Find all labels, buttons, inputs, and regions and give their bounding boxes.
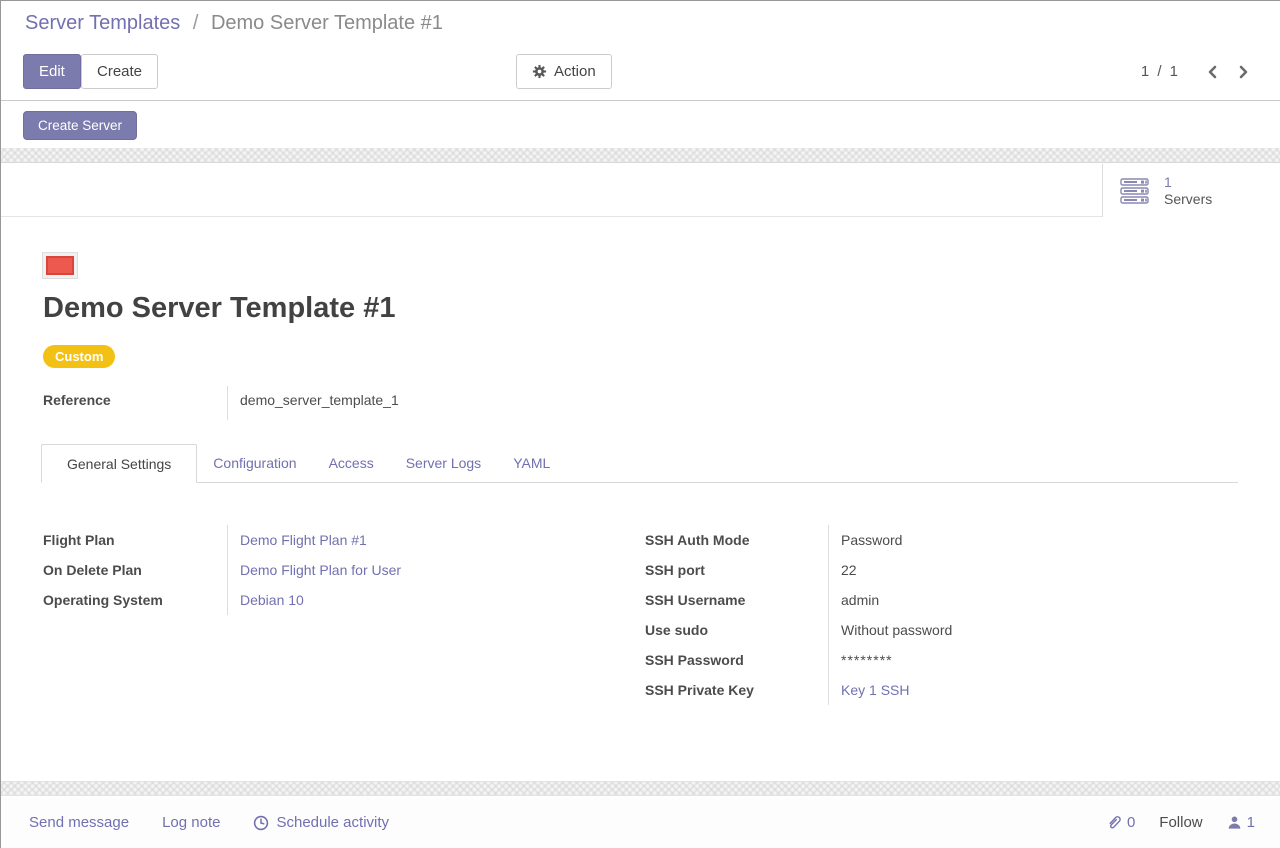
ssh-username-value: admin xyxy=(828,585,1241,615)
operating-system-link[interactable]: Debian 10 xyxy=(240,592,304,608)
pager-next-button[interactable] xyxy=(1228,60,1258,84)
ssh-port-value: 22 xyxy=(828,555,1241,585)
field-ssh-auth-mode: SSH Auth Mode Password xyxy=(645,525,1241,555)
reference-label: Reference xyxy=(43,386,227,420)
field-on-delete-plan: On Delete Plan Demo Flight Plan for User xyxy=(43,555,603,585)
field-group-right: SSH Auth Mode Password SSH port 22 SSH U… xyxy=(645,525,1241,705)
server-stack-icon xyxy=(1120,178,1151,204)
field-flight-plan: Flight Plan Demo Flight Plan #1 xyxy=(43,525,603,555)
action-button[interactable]: Action xyxy=(516,54,612,89)
breadcrumb: Server Templates / Demo Server Template … xyxy=(25,12,443,35)
notebook-tabs: General Settings Configuration Access Se… xyxy=(41,444,1238,483)
action-button-label: Action xyxy=(554,63,596,80)
server-template-form-page: Server Templates / Demo Server Template … xyxy=(0,0,1280,848)
tab-server-logs[interactable]: Server Logs xyxy=(390,444,497,482)
chevron-right-icon xyxy=(1236,64,1250,80)
control-panel: Server Templates / Demo Server Template … xyxy=(1,1,1280,101)
field-label: Flight Plan xyxy=(43,525,227,555)
field-label: SSH Auth Mode xyxy=(645,525,828,555)
field-group-left: Flight Plan Demo Flight Plan #1 On Delet… xyxy=(43,525,603,615)
field-ssh-username: SSH Username admin xyxy=(645,585,1241,615)
ssh-auth-mode-value: Password xyxy=(828,525,1241,555)
log-note-button[interactable]: Log note xyxy=(162,814,220,831)
followers-button[interactable]: 1 xyxy=(1227,814,1255,831)
person-icon xyxy=(1227,815,1242,830)
follow-button[interactable]: Follow xyxy=(1159,814,1202,831)
breadcrumb-parent-link[interactable]: Server Templates xyxy=(25,12,180,34)
schedule-activity-label: Schedule activity xyxy=(276,814,389,831)
tab-access[interactable]: Access xyxy=(313,444,390,482)
ssh-password-value: ******** xyxy=(828,645,1241,675)
chatter-meta: 0 Follow 1 xyxy=(1107,814,1255,831)
background-band-top xyxy=(1,148,1280,163)
chatter-bar: Send message Log note Schedule activity xyxy=(1,797,1280,848)
tab-yaml[interactable]: YAML xyxy=(497,444,566,482)
pager: 1 / 1 xyxy=(1141,54,1258,89)
pager-previous-button[interactable] xyxy=(1198,60,1228,84)
chevron-left-icon xyxy=(1206,64,1220,80)
gear-icon xyxy=(532,64,547,79)
ssh-private-key-link[interactable]: Key 1 SSH xyxy=(841,682,909,698)
attachments-count: 0 xyxy=(1127,814,1135,831)
create-server-button[interactable]: Create Server xyxy=(23,111,137,140)
schedule-activity-button[interactable]: Schedule activity xyxy=(253,814,389,831)
field-label: SSH Private Key xyxy=(645,675,828,705)
page-title: Demo Server Template #1 xyxy=(43,292,395,325)
breadcrumb-current: Demo Server Template #1 xyxy=(211,12,443,34)
stat-button-text: 1 Servers xyxy=(1164,174,1212,208)
servers-stat-button[interactable]: 1 Servers xyxy=(1102,164,1280,217)
stat-button-bar: 1 Servers xyxy=(1,164,1280,217)
use-sudo-value: Without password xyxy=(828,615,1241,645)
field-label: On Delete Plan xyxy=(43,555,227,585)
flight-plan-link[interactable]: Demo Flight Plan #1 xyxy=(240,532,367,548)
tab-configuration[interactable]: Configuration xyxy=(197,444,312,482)
background-band-bottom xyxy=(1,781,1280,796)
breadcrumb-divider: / xyxy=(193,12,199,34)
form-sheet: 1 Servers Demo Server Template #1 Custom… xyxy=(1,164,1280,781)
servers-count: 1 xyxy=(1164,174,1212,191)
edit-button[interactable]: Edit xyxy=(23,54,81,89)
header-action-row: Create Server xyxy=(1,102,1280,148)
field-use-sudo: Use sudo Without password xyxy=(645,615,1241,645)
send-message-button[interactable]: Send message xyxy=(29,814,129,831)
on-delete-plan-link[interactable]: Demo Flight Plan for User xyxy=(240,562,401,578)
chatter-actions: Send message Log note Schedule activity xyxy=(29,814,389,831)
reference-field: Reference demo_server_template_1 xyxy=(43,386,447,420)
field-label: SSH Username xyxy=(645,585,828,615)
servers-label: Servers xyxy=(1164,191,1212,208)
field-ssh-password: SSH Password ******** xyxy=(645,645,1241,675)
paperclip-icon xyxy=(1107,814,1122,831)
field-label: Operating System xyxy=(43,585,227,615)
tab-general-settings[interactable]: General Settings xyxy=(41,444,197,483)
field-label: SSH Password xyxy=(645,645,828,675)
pager-value: 1 / 1 xyxy=(1141,63,1180,80)
clock-icon xyxy=(253,815,269,831)
attachments-button[interactable]: 0 xyxy=(1107,814,1135,831)
field-operating-system: Operating System Debian 10 xyxy=(43,585,603,615)
field-ssh-port: SSH port 22 xyxy=(645,555,1241,585)
custom-badge: Custom xyxy=(43,345,115,368)
template-image-thumbnail[interactable] xyxy=(43,253,77,278)
reference-value: demo_server_template_1 xyxy=(227,386,447,420)
field-label: Use sudo xyxy=(645,615,828,645)
followers-count: 1 xyxy=(1247,814,1255,831)
field-ssh-private-key: SSH Private Key Key 1 SSH xyxy=(645,675,1241,705)
create-button[interactable]: Create xyxy=(81,54,158,89)
field-label: SSH port xyxy=(645,555,828,585)
